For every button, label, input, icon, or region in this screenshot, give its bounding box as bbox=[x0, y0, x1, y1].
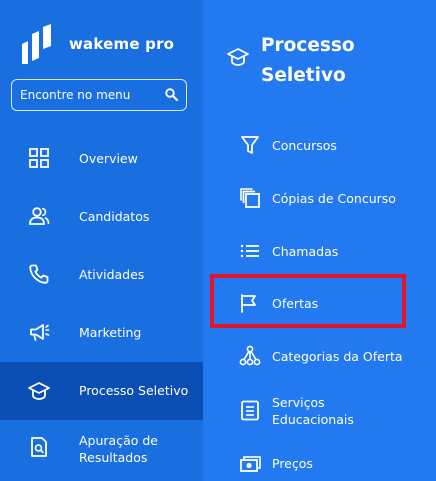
submenu-item-label: Categorias da Oferta bbox=[272, 349, 403, 364]
sidebar-item-label: Candidatos bbox=[79, 209, 150, 224]
highlight-box bbox=[210, 274, 406, 328]
document-list-icon bbox=[241, 400, 259, 421]
submenu-item-copias-de-concurso[interactable]: Cópias de Concurso bbox=[203, 178, 436, 218]
brand-name: wakeme pro bbox=[69, 35, 175, 53]
sidebar-item-label: Overview bbox=[79, 151, 138, 166]
submenu-item-label: Cópias de Concurso bbox=[272, 191, 396, 206]
sidebar-item-apuracao-de-resultados[interactable]: Apuração de Resultados bbox=[0, 422, 203, 481]
sidebar-item-processo-seletivo[interactable]: Processo Seletivo bbox=[0, 362, 203, 420]
sidebar-item-atividades[interactable]: Atividades bbox=[0, 248, 203, 300]
wakeme-logo-icon bbox=[22, 24, 51, 64]
money-icon bbox=[240, 456, 261, 472]
submenu-item-label: Preços bbox=[272, 456, 313, 471]
submenu-item-label: Serviços Educacionais bbox=[272, 395, 354, 427]
panel-title: Processo Seletivo bbox=[261, 35, 355, 86]
submenu-item-precos[interactable]: Preços bbox=[203, 445, 436, 481]
submenu-item-label: Chamadas bbox=[272, 244, 339, 259]
submenu-item-servicos-educacionais[interactable]: Serviços Educacionais bbox=[203, 388, 436, 434]
submenu-item-label: Concursos bbox=[272, 138, 337, 153]
sidebar-item-marketing[interactable]: Marketing bbox=[0, 306, 203, 358]
graduation-cap-icon bbox=[28, 382, 50, 400]
sidebar-item-label: Marketing bbox=[79, 325, 142, 340]
menu-search bbox=[11, 79, 187, 111]
sidebar-item-label: Apuração de Resultados bbox=[79, 433, 158, 465]
filter-icon bbox=[241, 136, 259, 154]
megaphone-icon bbox=[30, 324, 50, 341]
sidebar-item-label: Processo Seletivo bbox=[79, 383, 189, 398]
submenu-item-chamadas[interactable]: Chamadas bbox=[203, 232, 436, 272]
sidebar-item-label: Atividades bbox=[79, 267, 145, 282]
brand[interactable]: wakeme pro bbox=[20, 24, 174, 64]
phone-icon bbox=[29, 264, 49, 284]
graduation-cap-icon bbox=[227, 48, 249, 66]
submenu-item-categorias-da-oferta[interactable]: Categorias da Oferta bbox=[203, 336, 436, 376]
submenu-item-concursos[interactable]: Concursos bbox=[203, 126, 436, 166]
main-sidebar: wakeme pro Overview Candidatos Ativida bbox=[0, 0, 203, 481]
users-icon bbox=[29, 207, 50, 225]
submenu-panel: Processo Seletivo Concursos Cópias de Co… bbox=[203, 0, 436, 481]
grid-icon bbox=[29, 148, 49, 168]
hierarchy-icon bbox=[239, 345, 261, 366]
search-icon[interactable] bbox=[165, 88, 178, 101]
sidebar-item-candidatos[interactable]: Candidatos bbox=[0, 190, 203, 242]
list-icon bbox=[240, 244, 259, 258]
sidebar-item-overview[interactable]: Overview bbox=[0, 132, 203, 184]
copy-icon bbox=[240, 188, 260, 208]
document-search-icon bbox=[31, 437, 47, 457]
search-input[interactable] bbox=[20, 80, 160, 109]
